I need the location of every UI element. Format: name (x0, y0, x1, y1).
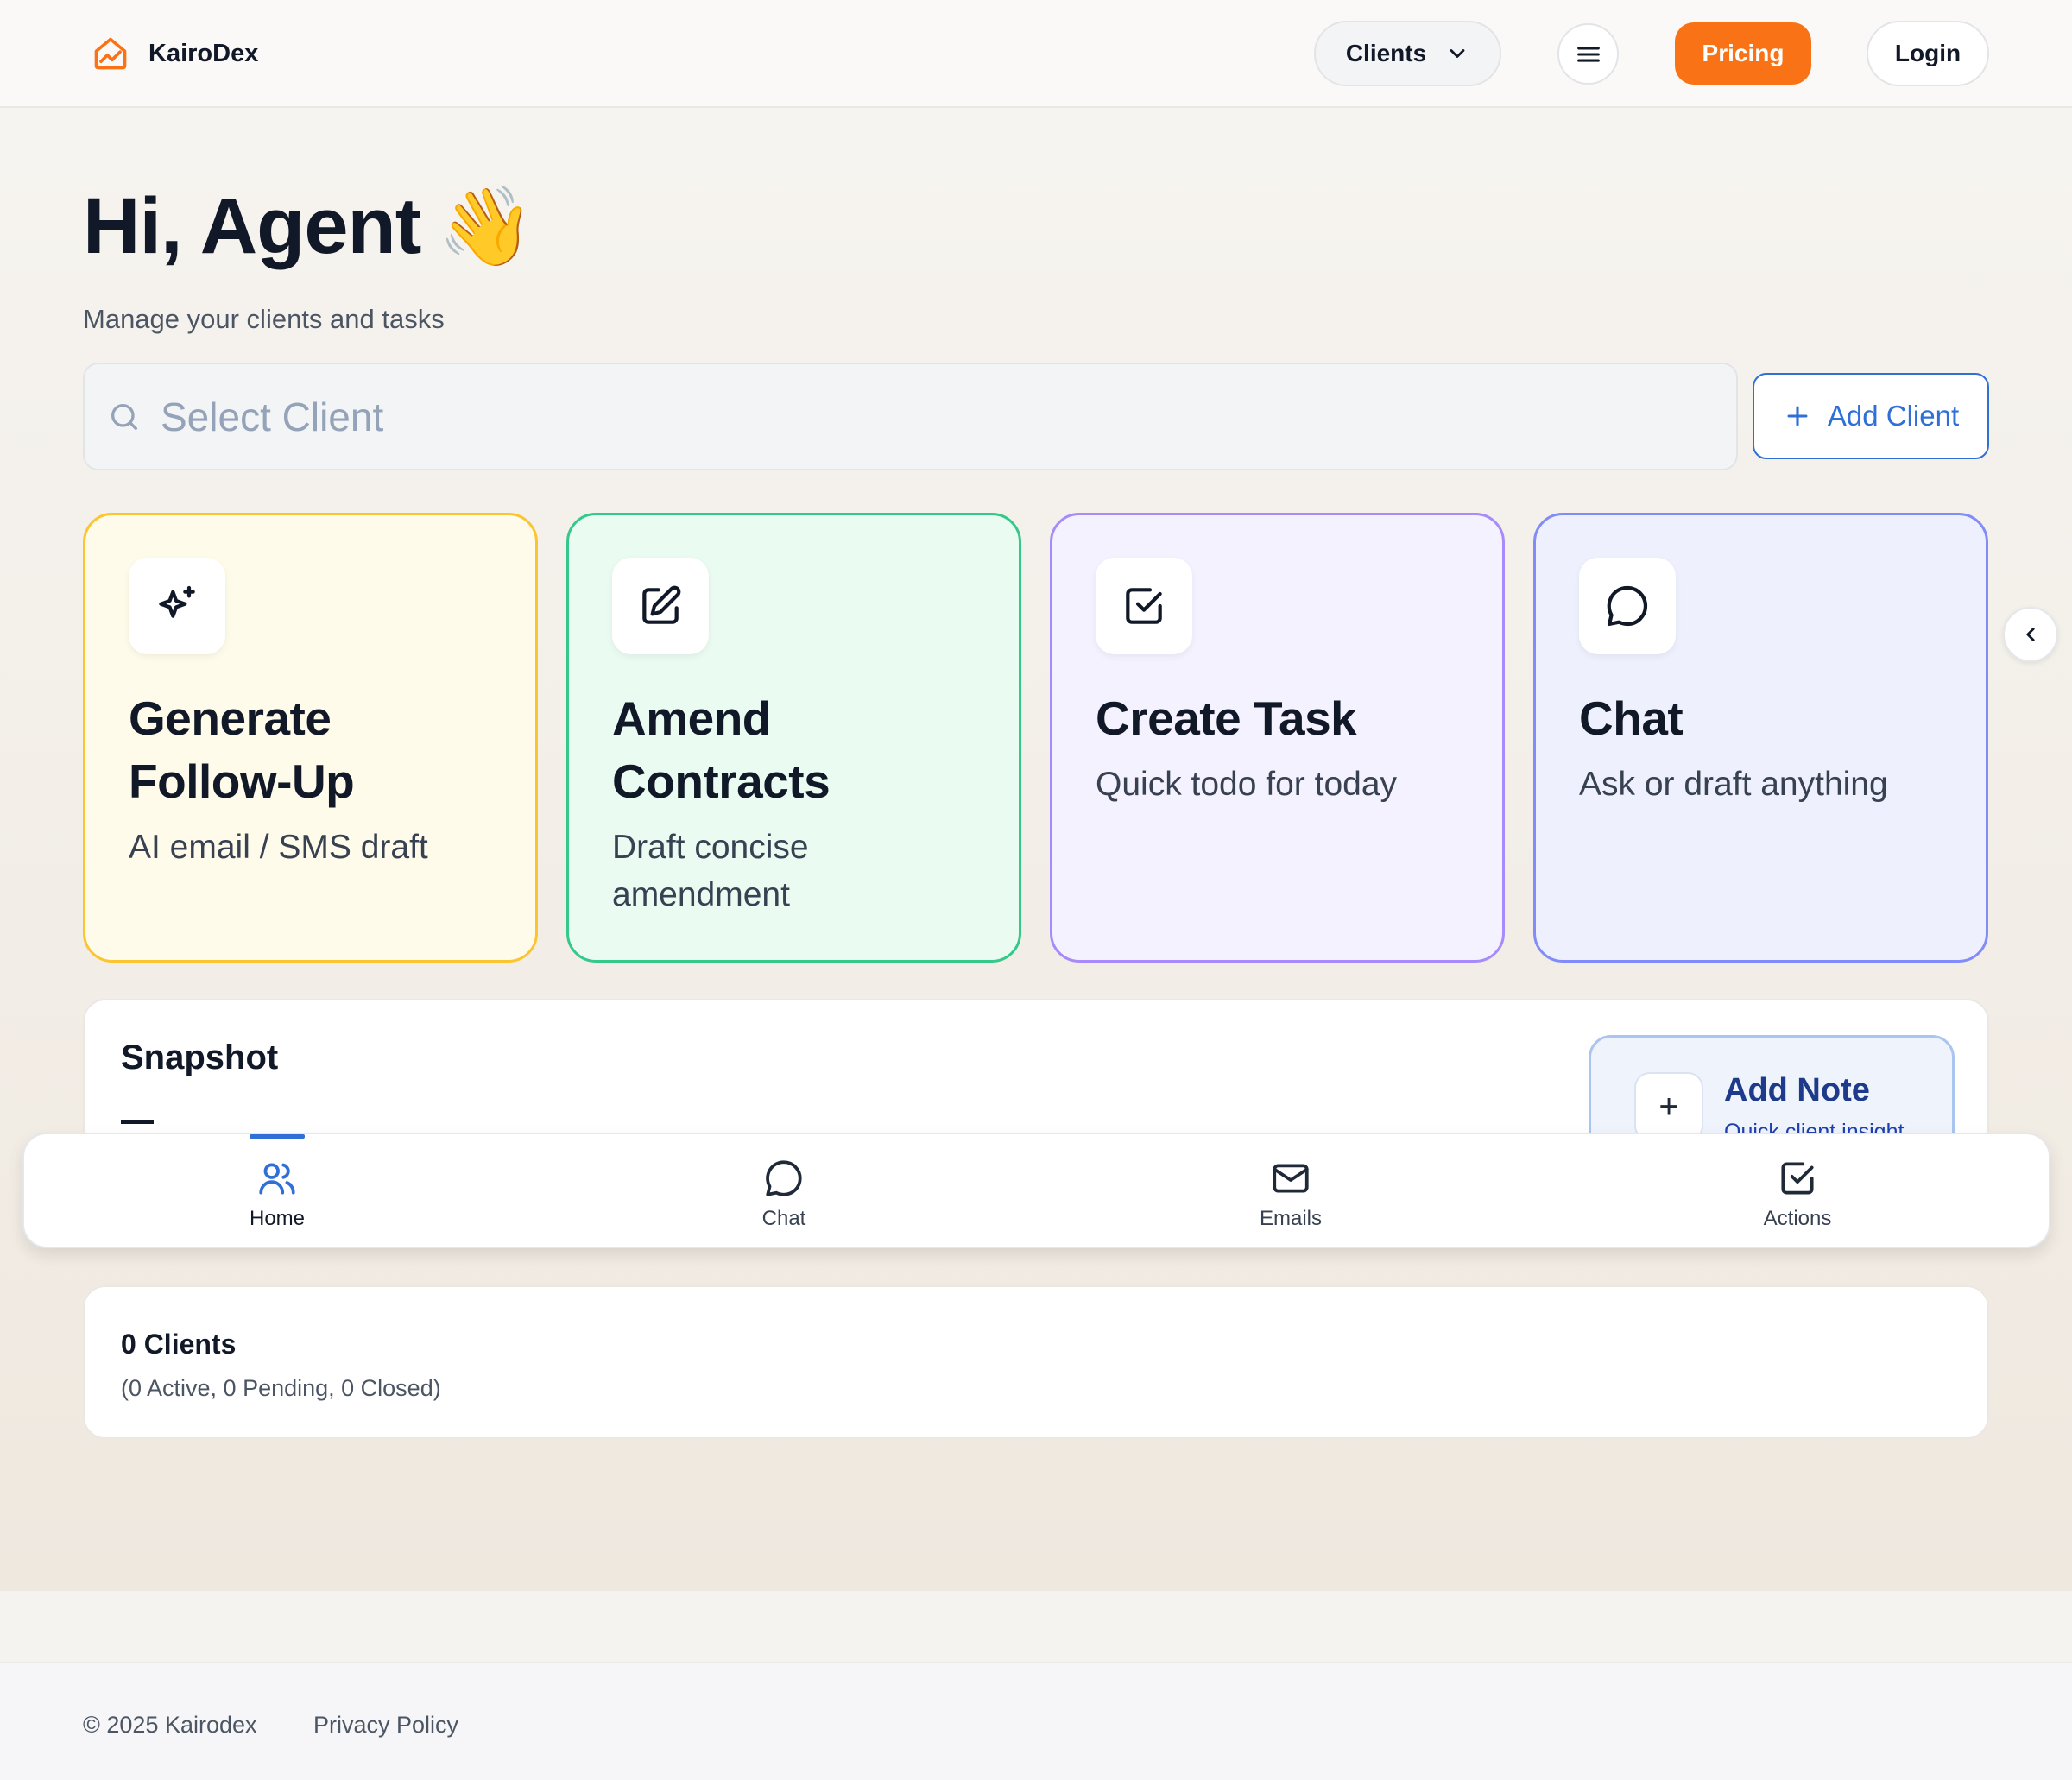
privacy-policy-link[interactable]: Privacy Policy (313, 1712, 458, 1739)
card-title: Chat (1579, 691, 1684, 745)
copyright-text: © 2025 Kairodex (83, 1712, 257, 1738)
snapshot-title: Snapshot (121, 1038, 279, 1076)
page-footer: © 2025 Kairodex Privacy Policy (0, 1662, 2072, 1780)
clients-breakdown: (0 Active, 0 Pending, 0 Closed) (121, 1375, 441, 1401)
nav-chat[interactable]: Chat (654, 1134, 913, 1250)
nav-label: Actions (1763, 1207, 1832, 1230)
card-description: Draft concise amendment (612, 829, 809, 913)
greeting-heading: Hi, Agent 👋 (83, 181, 534, 272)
plus-icon (1787, 406, 1808, 426)
menu-button[interactable] (1557, 23, 1619, 85)
waving-hand-emoji: 👋 (438, 183, 534, 270)
carousel-prev-button[interactable] (2003, 607, 2058, 662)
nav-home[interactable]: Home (148, 1134, 407, 1250)
checkbox-icon (1126, 588, 1162, 624)
edit-icon (642, 585, 681, 624)
brand-link[interactable]: KairoDex (92, 35, 258, 73)
card-description: Quick todo for today (1096, 766, 1398, 803)
chevron-down-icon (1450, 49, 1465, 58)
select-client-input[interactable] (161, 393, 1628, 440)
add-client-button[interactable]: Add Client (1753, 373, 1989, 459)
chat-bubble-icon (766, 1160, 802, 1196)
card-description: Ask or draft anything (1579, 766, 1888, 803)
card-icon-tile (129, 558, 225, 654)
search-icon (111, 403, 137, 430)
checkbox-icon (1781, 1162, 1814, 1195)
greeting-subtitle: Manage your clients and tasks (83, 304, 445, 334)
chat-bubble-icon (1607, 585, 1648, 627)
snapshot-placeholder-dash (121, 1120, 154, 1124)
client-search-box[interactable] (83, 363, 1738, 470)
chevron-left-icon (2026, 628, 2035, 641)
nav-label: Chat (761, 1207, 806, 1230)
hamburger-icon (1576, 46, 1600, 62)
card-description: AI email / SMS draft (129, 829, 428, 866)
sparkle-icon (159, 585, 195, 618)
card-title: Create Task (1096, 691, 1357, 745)
add-note-title: Add Note (1724, 1072, 1870, 1108)
clients-summary-card: 0 Clients (0 Active, 0 Pending, 0 Closed… (83, 1285, 1989, 1439)
card-icon-tile (1096, 558, 1192, 654)
clients-dropdown[interactable]: Clients (1314, 21, 1501, 86)
nav-label: Home (249, 1207, 306, 1230)
card-generate-follow-up[interactable]: Generate Follow-Up AI email / SMS draft (83, 513, 538, 963)
plus-icon: + (1634, 1072, 1703, 1141)
clients-count: 0 Clients (121, 1329, 237, 1360)
card-create-task[interactable]: Create Task Quick todo for today (1050, 513, 1505, 963)
clients-dropdown-label: Clients (1345, 40, 1427, 66)
nav-actions[interactable]: Actions (1668, 1134, 1927, 1250)
card-chat[interactable]: Chat Ask or draft anything (1533, 513, 1988, 963)
pricing-button[interactable]: Pricing (1675, 22, 1811, 85)
top-navbar: KairoDex Clients Pricing Login (0, 0, 2072, 108)
card-icon-tile (612, 558, 709, 654)
login-button[interactable]: Login (1867, 21, 1989, 86)
bottom-nav-bar: Home Chat Emails Actions (22, 1133, 2050, 1248)
card-icon-tile (1579, 558, 1676, 654)
brand-name: KairoDex (148, 39, 259, 67)
chart-house-icon (94, 37, 127, 70)
mail-icon (1273, 1164, 1309, 1193)
nav-emails[interactable]: Emails (1161, 1134, 1420, 1250)
card-title: Generate Follow-Up (129, 691, 355, 808)
greeting-title: Hi, Agent (83, 182, 421, 270)
add-client-label: Add Client (1827, 400, 1960, 432)
nav-label: Emails (1259, 1207, 1322, 1230)
card-title: Amend Contracts (612, 691, 831, 808)
users-icon (259, 1163, 295, 1195)
card-amend-contracts[interactable]: Amend Contracts Draft concise amendment (566, 513, 1021, 963)
